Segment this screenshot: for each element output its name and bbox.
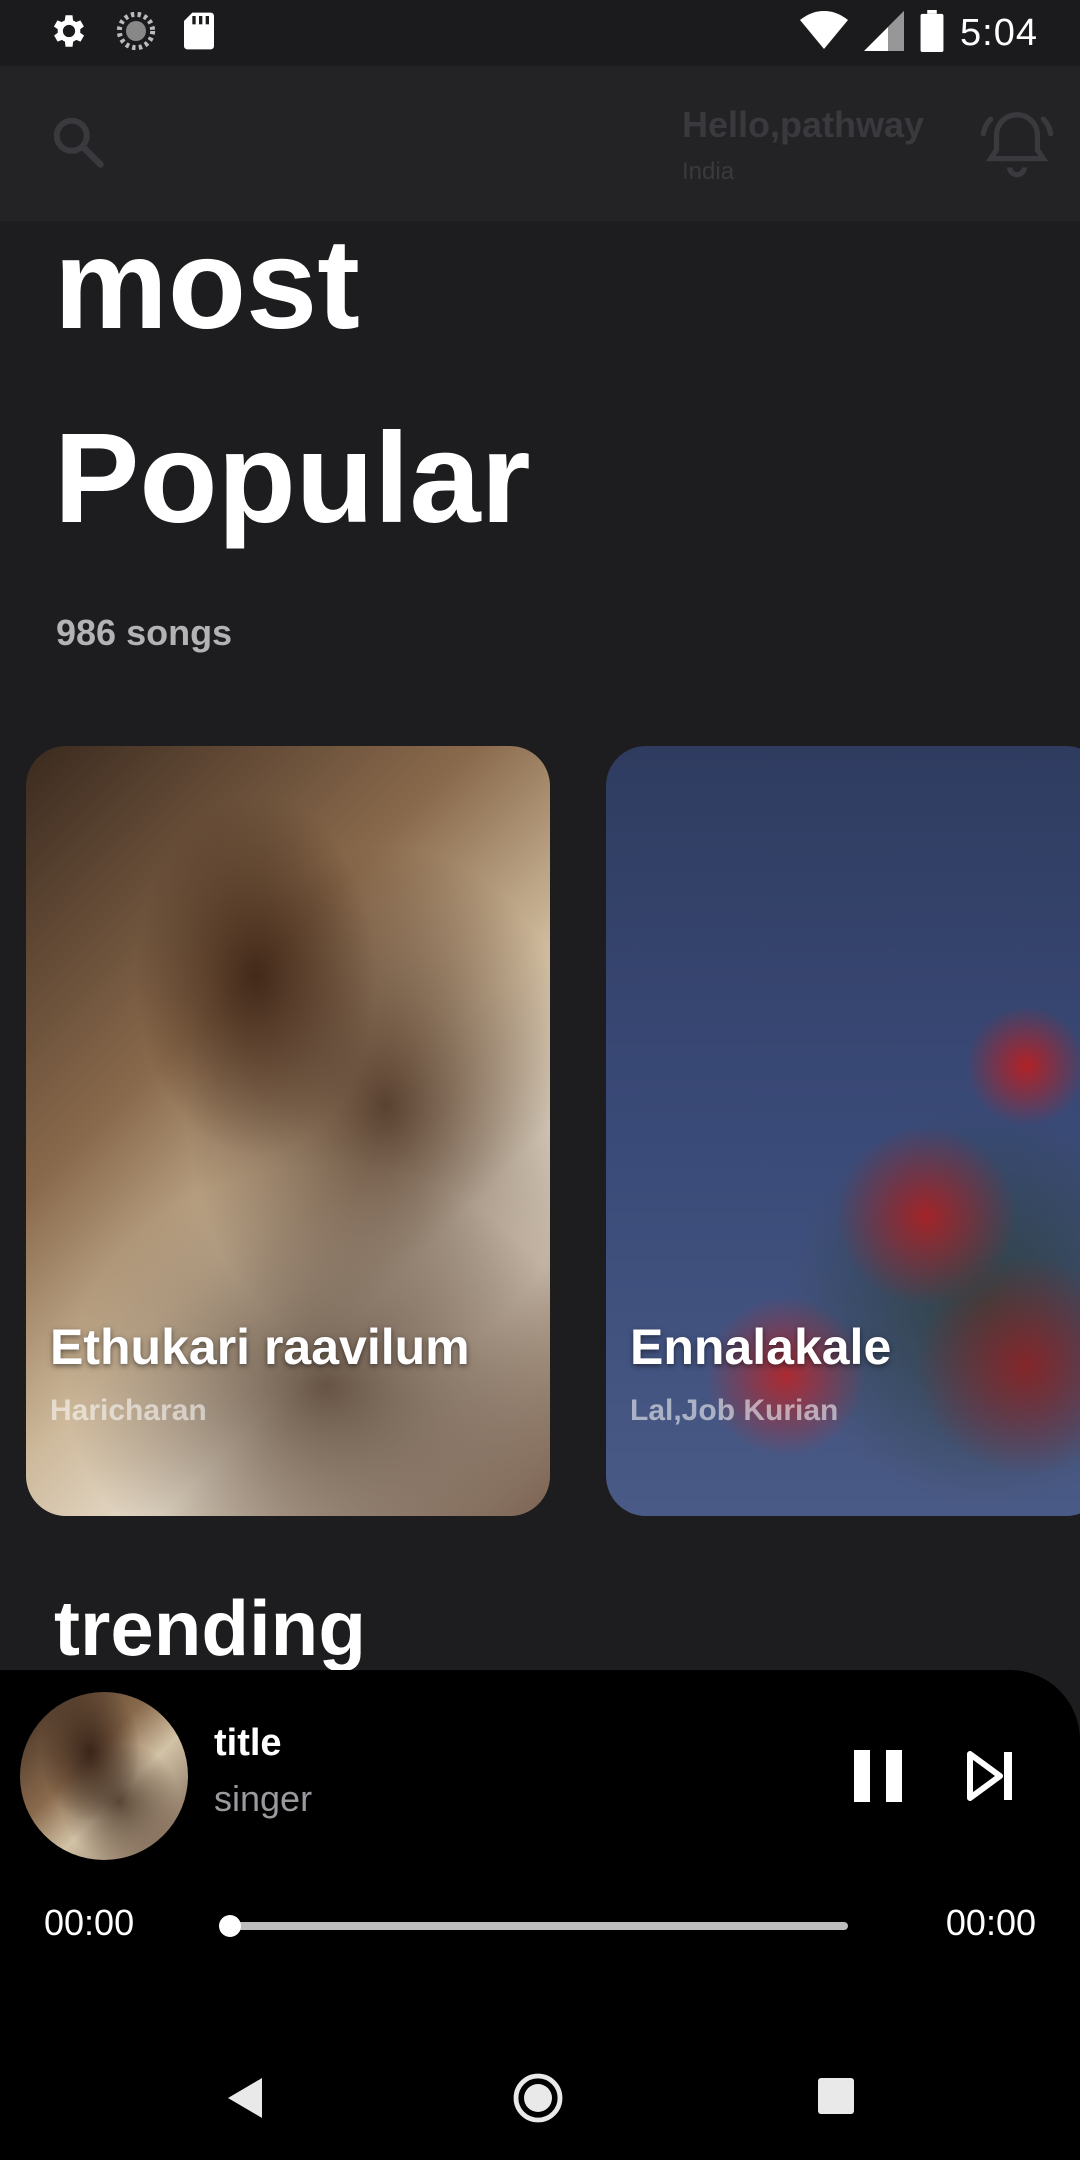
card-artist: Haricharan — [50, 1394, 207, 1427]
section-title-trending: trending — [54, 1584, 366, 1672]
nav-back-button[interactable] — [222, 2074, 266, 2122]
notification-button[interactable] — [978, 106, 1056, 182]
card-title: Ennalakale — [630, 1319, 892, 1375]
app-header: Hello,pathway India — [0, 66, 1080, 221]
nav-recents-button[interactable] — [818, 2078, 854, 2114]
status-bar: 5:04 — [0, 0, 1080, 66]
sync-icon — [116, 11, 156, 56]
song-count: 986 songs — [56, 612, 233, 653]
skip-next-button[interactable] — [964, 1748, 1016, 1804]
location-text: India — [682, 158, 735, 185]
hero-title-popular: Popular — [54, 407, 531, 550]
settings-icon — [48, 10, 90, 57]
greeting-text: Hello,pathway — [682, 104, 925, 145]
home-circle-icon — [512, 2073, 564, 2128]
search-icon — [48, 117, 108, 176]
status-time: 5:04 — [960, 11, 1038, 54]
system-nav-bar — [0, 2030, 1080, 2160]
signal-icon — [864, 10, 905, 56]
wifi-icon — [800, 10, 849, 56]
progress-slider[interactable] — [219, 1915, 848, 1937]
card-artist: Lal,Job Kurian — [630, 1394, 839, 1427]
card-title: Ethukari raavilum — [50, 1319, 470, 1375]
skip-next-icon — [964, 1751, 1016, 1808]
player-singer: singer — [214, 1778, 313, 1819]
song-card-ennalakale[interactable]: Ennalakale Lal,Job Kurian — [606, 746, 1080, 1516]
battery-icon — [920, 9, 944, 57]
nav-home-button[interactable] — [512, 2072, 564, 2124]
progress-thumb[interactable] — [219, 1915, 241, 1937]
song-card-ethukari[interactable]: Ethukari raavilum Haricharan — [26, 746, 550, 1516]
player-title: title — [214, 1722, 282, 1764]
mini-player[interactable]: title singer 00:00 00:00 — [0, 1670, 1080, 2030]
notification-bell-icon — [978, 112, 1056, 186]
pause-icon — [850, 1750, 906, 1810]
player-album-art[interactable] — [20, 1692, 188, 1860]
current-time: 00:00 — [44, 1902, 135, 1943]
sd-card-icon — [182, 11, 216, 56]
hero-title-most: most — [54, 213, 360, 356]
back-triangle-icon — [222, 2078, 266, 2126]
search-button[interactable] — [48, 112, 108, 172]
total-time: 00:00 — [945, 1902, 1036, 1943]
pause-button[interactable] — [850, 1746, 906, 1806]
